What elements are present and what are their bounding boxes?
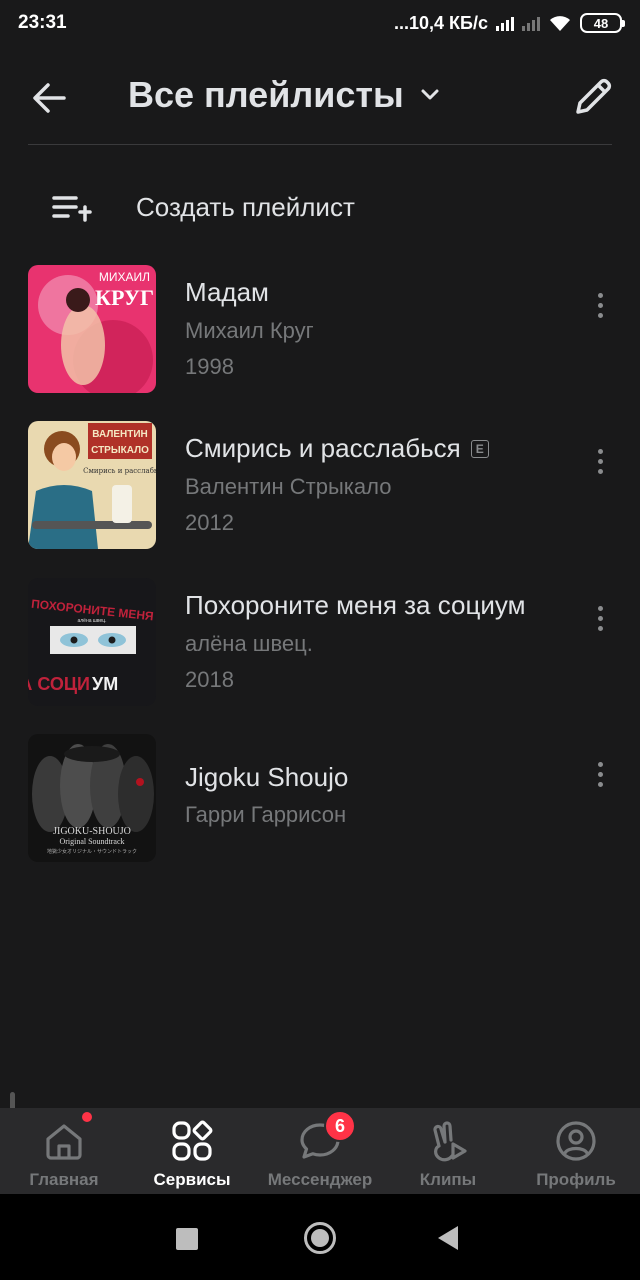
playlist-title-row: Похороните меня за социум (185, 590, 525, 621)
create-playlist-label: Создать плейлист (136, 192, 355, 222)
signal-icon (496, 15, 514, 31)
playlist-cover: МИХАИЛ КРУГ (28, 265, 156, 393)
playlist-filter-dropdown[interactable]: Все плейлисты (128, 74, 442, 116)
svg-text:JIGOKU-SHOUJO: JIGOKU-SHOUJO (53, 826, 131, 837)
playlist-item[interactable]: МИХАИЛ КРУГ Мадам Михаил Круг 1998 (0, 265, 640, 397)
tab-home[interactable]: Главная (0, 1108, 128, 1194)
more-vertical-icon[interactable] (588, 598, 612, 638)
services-icon (172, 1120, 213, 1161)
tab-label: Сервисы (153, 1170, 231, 1189)
chevron-down-icon (421, 89, 439, 100)
tab-label: Клипы (419, 1170, 477, 1189)
svg-text:Смирись и расслабься!: Смирись и расслабься! (83, 467, 156, 475)
svg-text:СТРЫКАЛО: СТРЫКАЛО (91, 445, 149, 456)
page-title: Все плейлисты (128, 74, 404, 115)
tab-messenger[interactable]: 6 Мессенджер (256, 1108, 384, 1194)
playlist-artist[interactable]: алёна швец. (185, 631, 313, 657)
svg-text:ЗА СОЦИ: ЗА СОЦИ (28, 674, 90, 694)
playlist-title: Jigoku Shoujo (185, 762, 349, 792)
playlist-title: Смирись и расслабься (185, 433, 461, 463)
playlist-item[interactable]: ВАЛЕНТИН СТРЫКАЛО Смирись и расслабься! … (0, 421, 640, 553)
playlist-year: 2012 (185, 510, 234, 535)
wifi-icon (550, 16, 570, 31)
profile-icon (556, 1121, 596, 1161)
bottom-tab-bar: Главная Сервисы 6 Мессенджер Клипы Профи… (0, 1108, 640, 1194)
signal-weak-icon (522, 15, 540, 31)
playlist-title-row: Jigoku Shoujo (185, 762, 348, 793)
pencil-icon[interactable] (568, 72, 618, 122)
tab-label: Главная (29, 1170, 99, 1189)
svg-text:地獄少女オリジナル・サウンドトラック: 地獄少女オリジナル・サウンドトラック (47, 848, 137, 855)
back-button[interactable] (438, 1226, 458, 1250)
more-vertical-icon[interactable] (588, 441, 612, 481)
recents-button[interactable] (176, 1228, 198, 1250)
playlist-cover: JIGOKU-SHOUJO Original Soundtrack 地獄少女オリ… (28, 734, 156, 862)
status-time: 23:31 (18, 12, 67, 33)
more-vertical-icon[interactable] (588, 285, 612, 325)
svg-text:алёна швец.: алёна швец. (77, 618, 106, 624)
playlist-year: 1998 (185, 354, 234, 379)
svg-text:Original Soundtrack: Original Soundtrack (59, 837, 124, 846)
playlist-cover: ВАЛЕНТИН СТРЫКАЛО Смирись и расслабься! (28, 421, 156, 549)
svg-text:КРУГ: КРУГ (95, 285, 154, 310)
svg-text:УМ: УМ (92, 674, 118, 694)
battery-icon: 48 (580, 13, 625, 33)
back-arrow-icon[interactable] (28, 76, 72, 120)
playlist-artist[interactable]: Валентин Стрыкало (185, 474, 391, 500)
home-icon (46, 1124, 82, 1160)
battery-level: 48 (593, 15, 609, 31)
home-button[interactable] (304, 1222, 336, 1254)
svg-text:ВАЛЕНТИН: ВАЛЕНТИН (92, 429, 148, 440)
unread-badge: 6 (324, 1110, 356, 1142)
status-bar: 23:31 ...10,4 КБ/с 48 (0, 0, 640, 46)
playlist-artist[interactable]: Михаил Круг (185, 318, 314, 344)
create-playlist-button[interactable]: Создать плейлист (0, 180, 640, 236)
clips-icon (433, 1121, 467, 1162)
system-navigation-bar (0, 1194, 640, 1280)
playlist-title: Похороните меня за социум (185, 590, 526, 620)
tab-label: Мессенджер (267, 1170, 373, 1189)
tab-profile[interactable]: Профиль (512, 1108, 640, 1194)
playlist-item[interactable]: ПОХОРОНИТЕ МЕНЯ алёна швец. ЗА СОЦИ УМ П… (0, 578, 640, 710)
network-speed: ...10,4 КБ/с (394, 12, 488, 33)
tab-clips[interactable]: Клипы (384, 1108, 512, 1194)
notification-dot (82, 1112, 92, 1122)
svg-text:МИХАИЛ: МИХАИЛ (99, 270, 150, 284)
tab-services[interactable]: Сервисы (128, 1108, 256, 1194)
status-indicators: ...10,4 КБ/с 48 (394, 12, 625, 34)
playlist-title-row: Мадам (185, 277, 269, 308)
header-divider (28, 144, 612, 145)
playlist-year: 2018 (185, 667, 234, 692)
playlist-cover: ПОХОРОНИТЕ МЕНЯ алёна швец. ЗА СОЦИ УМ (28, 578, 156, 706)
playlist-add-icon (52, 196, 92, 222)
playlist-title: Мадам (185, 277, 269, 307)
playlist-item[interactable]: JIGOKU-SHOUJO Original Soundtrack 地獄少女オリ… (0, 734, 640, 866)
tab-label: Профиль (536, 1170, 616, 1189)
playlist-artist[interactable]: Гарри Гаррисон (185, 802, 346, 828)
header: Все плейлисты (0, 56, 640, 136)
explicit-badge: E (470, 439, 489, 458)
more-vertical-icon[interactable] (588, 754, 612, 794)
playlist-title-row: Смирись и расслабься E (185, 433, 489, 464)
